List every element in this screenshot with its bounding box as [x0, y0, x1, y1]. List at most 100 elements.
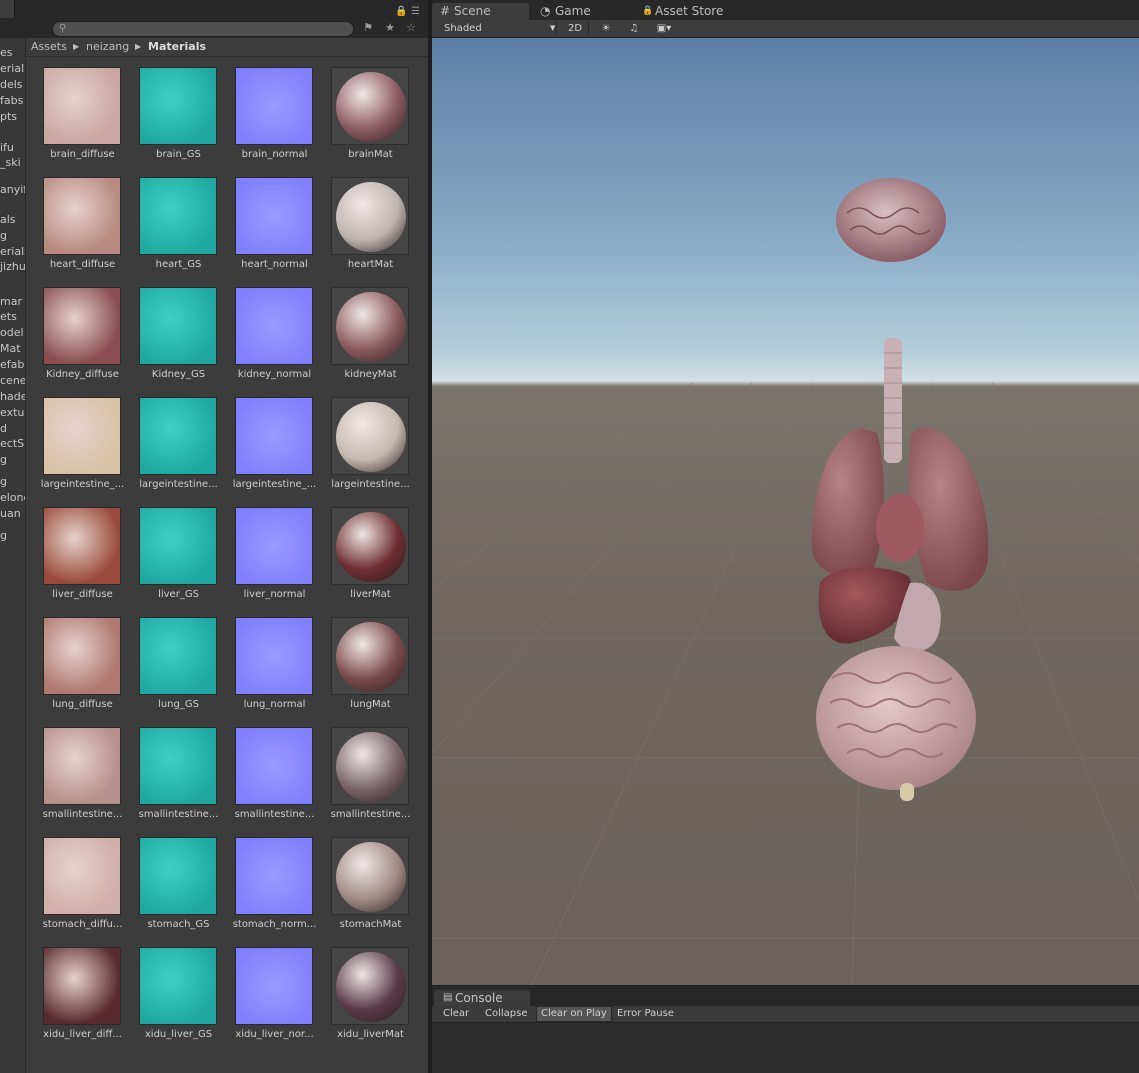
material-thumbnail — [331, 727, 409, 805]
asset-item-normal[interactable]: liver_normal — [218, 497, 314, 607]
texture-thumbnail — [235, 837, 313, 915]
asset-item-diffuse[interactable]: heart_diffuse — [26, 167, 122, 277]
asset-item-normal[interactable]: xidu_liver_nor... — [218, 937, 314, 1047]
asset-item-normal[interactable]: largeintestine_... — [218, 387, 316, 497]
tree-item[interactable]: _ski — [0, 156, 25, 169]
lighting-toggle-icon[interactable]: ☀ — [598, 21, 614, 36]
tree-item[interactable]: cene — [0, 374, 25, 387]
panel-menu-icon[interactable]: ☰ — [411, 6, 420, 17]
collapse-button[interactable]: Collapse — [481, 1007, 532, 1021]
tree-item[interactable]: ectS — [0, 437, 25, 450]
tree-item[interactable]: hade — [0, 390, 25, 403]
asset-item-diffuse[interactable]: largeintestine_... — [26, 387, 124, 497]
tree-item[interactable]: g — [0, 229, 25, 242]
tree-item[interactable]: pts — [0, 110, 25, 123]
tree-item[interactable]: anyif — [0, 183, 26, 196]
asset-item-gs[interactable]: stomach_GS — [122, 827, 218, 937]
asset-item-mat[interactable]: brainMat — [314, 57, 410, 167]
asset-item-normal[interactable]: smallintestine... — [218, 717, 314, 827]
tree-item[interactable]: erials — [0, 245, 25, 258]
asset-item-diffuse[interactable]: lung_diffuse — [26, 607, 122, 717]
asset-item-mat[interactable]: stomachMat — [314, 827, 410, 937]
tab-scene[interactable]: # Scene — [432, 3, 529, 20]
tree-item-label: ectS — [0, 437, 25, 450]
tree-item[interactable]: extu — [0, 406, 25, 419]
lock-icon[interactable]: 🔒 — [395, 6, 407, 17]
favorites-star-icon[interactable]: ☆ — [403, 20, 419, 35]
tree-item[interactable]: erial — [0, 62, 25, 75]
filter-by-label-icon[interactable]: ★ — [382, 20, 398, 35]
asset-item-gs[interactable]: xidu_liver_GS — [122, 937, 218, 1047]
toggle-2d-button[interactable]: 2D — [562, 21, 589, 36]
tree-item[interactable]: als — [0, 213, 25, 226]
tree-item[interactable]: ets — [0, 310, 25, 323]
tree-item[interactable]: g — [0, 529, 25, 542]
error-pause-button[interactable]: Error Pause — [613, 1007, 678, 1021]
asset-label: Kidney_GS — [151, 369, 206, 380]
tab-asset-store[interactable]: 🔒 Asset Store — [642, 3, 742, 20]
shading-dropdown[interactable]: Shaded ▼ — [436, 21, 557, 36]
asset-item-normal[interactable]: heart_normal — [218, 167, 314, 277]
asset-item-diffuse[interactable]: brain_diffuse — [26, 57, 122, 167]
asset-item-gs[interactable]: smallintestine... — [122, 717, 218, 827]
tree-item-label: dels — [0, 78, 23, 91]
breadcrumb-neizang[interactable]: neizang — [86, 40, 129, 53]
tree-item[interactable]: efab — [0, 358, 25, 371]
asset-item-diffuse[interactable]: Kidney_diffuse — [26, 277, 122, 387]
asset-item-gs[interactable]: liver_GS — [122, 497, 218, 607]
asset-item-mat[interactable]: largeintestine... — [314, 387, 410, 497]
scene-viewport[interactable] — [432, 38, 1139, 985]
texture-thumbnail — [43, 287, 121, 365]
tree-item[interactable]: jizhu — [0, 260, 25, 273]
search-input[interactable]: ⚲ — [52, 21, 354, 37]
tree-item[interactable]: d — [0, 422, 25, 435]
tree-item[interactable]: dels — [0, 78, 25, 91]
asset-item-gs[interactable]: Kidney_GS — [122, 277, 218, 387]
asset-item-gs[interactable]: brain_GS — [122, 57, 218, 167]
asset-item-diffuse[interactable]: liver_diffuse — [26, 497, 122, 607]
asset-item-gs[interactable]: largeintestine... — [122, 387, 218, 497]
tree-item[interactable]: elong — [0, 491, 25, 504]
asset-label: liver_GS — [158, 589, 199, 600]
asset-item-normal[interactable]: kidney_normal — [218, 277, 314, 387]
clear-on-play-button[interactable]: Clear on Play — [536, 1006, 612, 1022]
project-tab[interactable] — [0, 0, 15, 18]
tree-item[interactable]: mar — [0, 295, 25, 308]
asset-item-gs[interactable]: lung_GS — [122, 607, 218, 717]
tree-item-label: es — [0, 46, 13, 59]
tree-item[interactable]: uan — [0, 507, 25, 520]
tree-item[interactable]: ifu — [0, 141, 25, 154]
asset-item-gs[interactable]: heart_GS — [122, 167, 218, 277]
texture-thumbnail — [43, 67, 121, 145]
asset-item-mat[interactable]: liverMat — [314, 497, 410, 607]
asset-item-diffuse[interactable]: xidu_liver_diff... — [26, 937, 122, 1047]
tree-item[interactable]: odel — [0, 326, 25, 339]
tree-item[interactable]: fabs — [0, 94, 25, 107]
asset-item-mat[interactable]: smallintestine... — [314, 717, 410, 827]
audio-toggle-icon[interactable]: ♫ — [626, 21, 642, 36]
asset-item-normal[interactable]: lung_normal — [218, 607, 314, 717]
tree-item[interactable]: Mat — [0, 342, 25, 355]
filter-by-type-icon[interactable]: ⚑ — [360, 20, 376, 35]
console-log-area[interactable] — [432, 1023, 1139, 1073]
effects-toggle-icon[interactable]: ▣▾ — [652, 21, 676, 36]
asset-item-diffuse[interactable]: stomach_diffu... — [26, 827, 122, 937]
material-thumbnail — [331, 617, 409, 695]
asset-item-normal[interactable]: brain_normal — [218, 57, 314, 167]
asset-item-mat[interactable]: lungMat — [314, 607, 410, 717]
tree-item[interactable]: es — [0, 46, 25, 59]
tree-item[interactable]: g — [0, 475, 25, 488]
scene-render — [432, 178, 1139, 985]
tree-item-label: anyif — [0, 183, 26, 196]
asset-item-mat[interactable]: kidneyMat — [314, 277, 410, 387]
clear-button[interactable]: Clear — [439, 1007, 473, 1021]
breadcrumb-assets[interactable]: Assets — [31, 40, 67, 53]
tab-console[interactable]: ▤ Console — [434, 990, 530, 1006]
asset-item-normal[interactable]: stomach_norm... — [218, 827, 316, 937]
asset-item-mat[interactable]: heartMat — [314, 167, 410, 277]
tree-item[interactable]: g — [0, 453, 25, 466]
tab-game[interactable]: ◔ Game — [540, 3, 620, 20]
folder-tree[interactable]: es erial dels fabs pts ifu _skianyif als g erials… — [0, 38, 26, 1073]
asset-item-diffuse[interactable]: smallintestine... — [26, 717, 122, 827]
asset-item-mat[interactable]: xidu_liverMat — [314, 937, 410, 1047]
